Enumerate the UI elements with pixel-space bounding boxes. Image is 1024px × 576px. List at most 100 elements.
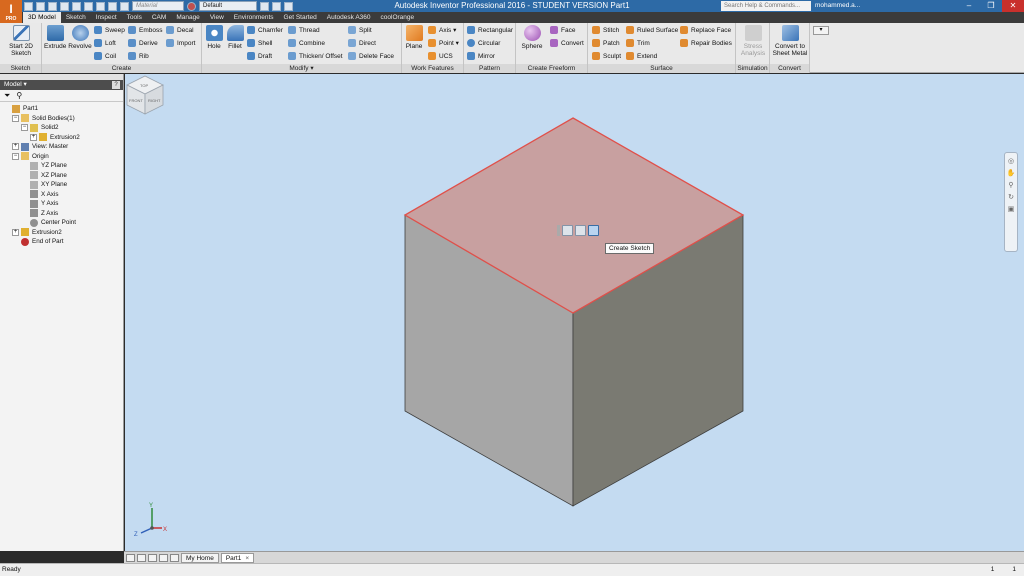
convert-to-sheet-metal-button[interactable]: Convert to Sheet Metal: [771, 25, 809, 57]
extrude-button[interactable]: Extrude: [44, 25, 66, 50]
user-account[interactable]: mohammed.a...: [815, 0, 860, 12]
tree-item[interactable]: − Origin: [0, 152, 123, 162]
convert-freeform-button[interactable]: Convert: [550, 38, 584, 48]
tile-vertical-icon[interactable]: [137, 553, 146, 562]
tab-cam[interactable]: CAM: [147, 12, 171, 23]
coil-button[interactable]: Coil: [94, 51, 116, 61]
tree-item[interactable]: Y Axis: [0, 199, 123, 209]
tab-autodesk-a360[interactable]: Autodesk A360: [322, 12, 376, 23]
tab-tools[interactable]: Tools: [122, 12, 147, 23]
draft-button[interactable]: Draft: [247, 51, 272, 61]
help-icon[interactable]: ?: [112, 81, 120, 89]
point-button[interactable]: Point ▾: [428, 38, 459, 48]
look-at-icon[interactable]: ▣: [1008, 205, 1015, 213]
face-button[interactable]: Face: [550, 25, 575, 35]
tree-item[interactable]: YZ Plane: [0, 161, 123, 171]
decal-button[interactable]: Decal: [166, 25, 194, 35]
loft-button[interactable]: Loft: [94, 38, 116, 48]
sweep-button[interactable]: Sweep: [94, 25, 125, 35]
tab-get-started[interactable]: Get Started: [279, 12, 322, 23]
tree-item[interactable]: X Axis: [0, 190, 123, 200]
derive-button[interactable]: Derive: [128, 38, 158, 48]
tab-coolorange[interactable]: coolOrange: [376, 12, 420, 23]
arrange-icon[interactable]: [159, 553, 168, 562]
trim-button[interactable]: Trim: [626, 38, 650, 48]
tree-item[interactable]: XY Plane: [0, 180, 123, 190]
expand-icon[interactable]: +: [12, 228, 19, 236]
tab-view[interactable]: View: [205, 12, 229, 23]
mirror-button[interactable]: Mirror: [467, 51, 495, 61]
graphics-viewport[interactable]: Y X Z Create Sketch TOP FRONT RIGHT ◎ ✋ …: [125, 74, 1024, 551]
filter-icon[interactable]: ⏷: [4, 91, 10, 101]
create-sketch-icon[interactable]: [588, 224, 599, 236]
circular-pattern-button[interactable]: Circular: [467, 38, 500, 48]
cascade-icon[interactable]: [148, 553, 157, 562]
tree-item[interactable]: − Solid Bodies(1): [0, 114, 123, 124]
document-list-icon[interactable]: [170, 553, 179, 562]
tree-item[interactable]: + Extrusion2: [0, 228, 123, 238]
expand-icon[interactable]: +: [12, 143, 19, 151]
tree-item[interactable]: Part1: [0, 104, 123, 114]
shell-button[interactable]: Shell: [247, 38, 272, 48]
panel-title-modify[interactable]: Modify ▾: [202, 64, 401, 73]
rectangular-pattern-button[interactable]: Rectangular: [467, 25, 513, 35]
app-menu-button[interactable]: I PRO: [0, 0, 22, 23]
rib-button[interactable]: Rib: [128, 51, 149, 61]
combine-button[interactable]: Combine: [288, 38, 325, 48]
fillet-button[interactable]: Fillet: [225, 25, 245, 50]
tree-item[interactable]: XZ Plane: [0, 171, 123, 181]
hole-button[interactable]: Hole: [204, 25, 224, 50]
browser-header[interactable]: Model ▾ ?: [0, 80, 123, 90]
tab-manage[interactable]: Manage: [171, 12, 205, 23]
orbit-icon[interactable]: ↻: [1008, 193, 1014, 201]
sculpt-button[interactable]: Sculpt: [592, 51, 621, 61]
mini-toolbar-grip[interactable]: [557, 224, 560, 236]
repair-bodies-button[interactable]: Repair Bodies: [680, 38, 732, 48]
tree-item[interactable]: End of Part: [0, 237, 123, 247]
expand-icon[interactable]: +: [30, 133, 37, 141]
steering-wheel-icon[interactable]: ◎: [1008, 157, 1014, 165]
start-2d-sketch-button[interactable]: Start 2D Sketch: [3, 25, 39, 57]
split-button[interactable]: Split: [348, 25, 372, 35]
tree-item[interactable]: + View: Master: [0, 142, 123, 152]
maximize-button[interactable]: ❐: [980, 0, 1002, 12]
revolve-button[interactable]: Revolve: [68, 25, 92, 50]
replace-face-button[interactable]: Replace Face: [680, 25, 731, 35]
emboss-button[interactable]: Emboss: [128, 25, 162, 35]
thicken-offset-button[interactable]: Thicken/ Offset: [288, 51, 343, 61]
stress-analysis-button[interactable]: Stress Analysis: [737, 25, 769, 57]
pan-icon[interactable]: ✋: [1007, 169, 1016, 177]
patch-button[interactable]: Patch: [592, 38, 620, 48]
tab-inspect[interactable]: Inspect: [91, 12, 122, 23]
collapse-icon[interactable]: −: [21, 124, 28, 132]
find-icon[interactable]: ⚲: [16, 91, 22, 100]
sphere-button[interactable]: Sphere: [520, 25, 544, 50]
plane-button[interactable]: Plane: [404, 25, 424, 50]
tree-item[interactable]: − Solid2: [0, 123, 123, 133]
ucs-button[interactable]: UCS: [428, 51, 453, 61]
import-button[interactable]: Import: [166, 38, 195, 48]
minimize-button[interactable]: –: [958, 0, 980, 12]
close-button[interactable]: ✕: [1002, 0, 1024, 12]
chamfer-button[interactable]: Chamfer: [247, 25, 283, 35]
delete-face-button[interactable]: Delete Face: [348, 51, 394, 61]
model-canvas[interactable]: Y X Z: [125, 74, 1024, 551]
extrude-shortcut-icon[interactable]: [562, 224, 573, 236]
extend-button[interactable]: Extend: [626, 51, 657, 61]
tab-my-home[interactable]: My Home: [181, 552, 219, 563]
tab-environments[interactable]: Environments: [229, 12, 279, 23]
tab-part1[interactable]: Part1 ×: [220, 552, 255, 563]
ribbon-options-icon[interactable]: ▾: [813, 26, 829, 35]
tree-item[interactable]: + Extrusion2: [0, 133, 123, 143]
tree-item[interactable]: Center Point: [0, 218, 123, 228]
stitch-button[interactable]: Stitch: [592, 25, 619, 35]
collapse-icon[interactable]: −: [12, 114, 19, 122]
tab-3d-model[interactable]: 3D Model: [23, 12, 61, 23]
tree-item[interactable]: Z Axis: [0, 209, 123, 219]
viewcube[interactable]: TOP FRONT RIGHT: [125, 74, 165, 118]
help-search-input[interactable]: Search Help & Commands...: [721, 1, 811, 11]
zoom-icon[interactable]: ⚲: [1008, 181, 1013, 189]
direct-button[interactable]: Direct: [348, 38, 376, 48]
edit-sketch-icon[interactable]: [575, 224, 586, 236]
axis-button[interactable]: Axis ▾: [428, 25, 456, 35]
